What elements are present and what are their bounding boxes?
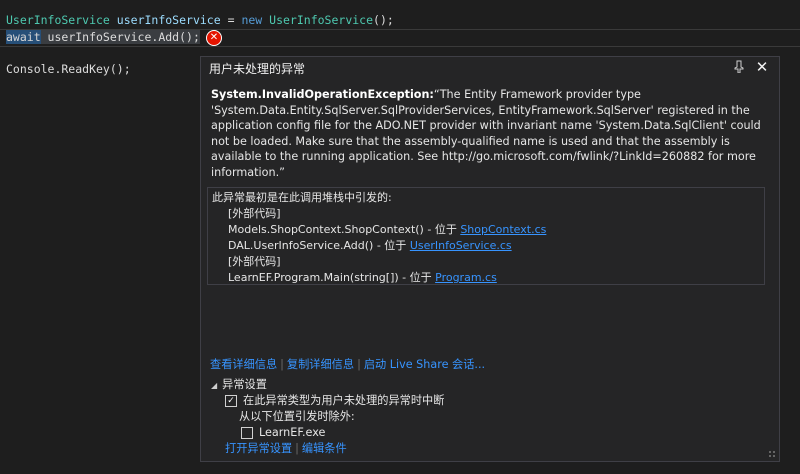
close-icon[interactable]: ✕ — [755, 59, 769, 75]
copy-details-link[interactable]: 复制详细信息 — [287, 358, 354, 371]
stack-frame: DAL.UserInfoService.Add() - 位于 UserInfoS… — [228, 238, 512, 254]
except-label: 从以下位置引发时除外: — [239, 410, 355, 423]
stack-frame: Models.ShopContext.ShopContext() - 位于 Sh… — [228, 222, 546, 238]
stack-frame-text: DAL.UserInfoService.Add() - 位于 — [228, 239, 410, 252]
call-stack-header: 此异常最初是在此调用堆栈中引发的: — [212, 191, 392, 204]
code-line-1[interactable]: UserInfoService userInfoService = new Us… — [6, 12, 394, 28]
stack-frame: LearnEF.Program.Main(string[]) - 位于 Prog… — [228, 270, 497, 286]
code-console-readkey: Console.ReadKey(); — [6, 62, 131, 76]
code-identifier: userInfoService — [116, 13, 221, 27]
code-type: UserInfoService — [6, 13, 110, 27]
exception-settings-header[interactable]: ◢ 异常设置 — [211, 377, 267, 394]
live-share-link[interactable]: 启动 Live Share 会话... — [364, 358, 485, 371]
stack-source-link[interactable]: UserInfoService.cs — [410, 239, 512, 252]
stack-frame-text: [外部代码] — [228, 255, 281, 268]
break-option-label: 在此异常类型为用户未处理的异常时中断 — [243, 394, 445, 407]
break-option[interactable]: ✓ 在此异常类型为用户未处理的异常时中断 — [225, 393, 444, 409]
error-icon[interactable]: ✕ — [206, 30, 222, 46]
exception-settings-label: 异常设置 — [222, 378, 267, 391]
code-keyword-new: new — [241, 13, 263, 27]
stack-frame: [外部代码] — [228, 206, 281, 222]
code-operator: = — [220, 13, 242, 27]
open-exception-settings-link[interactable]: 打开异常设置 — [225, 442, 292, 455]
code-punctuation: (); — [373, 13, 394, 27]
call-stack-box: 此异常最初是在此调用堆栈中引发的: [外部代码] Models.ShopCont… — [207, 187, 765, 285]
exception-type: System.InvalidOperationException: — [211, 88, 434, 101]
settings-links: 打开异常设置 | 编辑条件 — [225, 441, 347, 457]
separator: | — [357, 358, 361, 371]
stack-frame: [外部代码] — [228, 254, 281, 270]
stack-frame-text: Models.ShopContext.ShopContext() - 位于 — [228, 223, 461, 236]
exception-message: System.InvalidOperationException:“The En… — [211, 87, 763, 180]
separator: | — [280, 358, 284, 371]
code-constructor: UserInfoService — [269, 13, 374, 27]
exe-checkbox[interactable] — [241, 427, 253, 439]
stack-source-link[interactable]: ShopContext.cs — [460, 223, 546, 236]
resize-grip-icon[interactable] — [768, 450, 776, 458]
view-details-link[interactable]: 查看详细信息 — [210, 358, 277, 371]
popup-title: 用户未处理的异常 — [209, 62, 306, 76]
exception-actions: 查看详细信息 | 复制详细信息 | 启动 Live Share 会话... — [210, 357, 485, 373]
stack-source-link[interactable]: Program.cs — [435, 271, 497, 284]
separator: | — [295, 442, 299, 455]
exception-text: “The Entity Framework provider type 'Sys… — [211, 88, 761, 179]
exe-option[interactable]: LearnEF.exe — [241, 425, 325, 441]
code-statement-selected: userInfoService.Add(); — [40, 30, 200, 44]
exception-helper-popup: 用户未处理的异常 ✕ System.InvalidOperationExcept… — [200, 56, 780, 462]
exe-option-label: LearnEF.exe — [259, 426, 326, 439]
stack-frame-text: [外部代码] — [228, 207, 281, 220]
code-line-3[interactable]: Console.ReadKey(); — [6, 61, 131, 77]
code-line-2[interactable]: await userInfoService.Add(); — [6, 29, 200, 45]
stack-frame-text: LearnEF.Program.Main(string[]) - 位于 — [228, 271, 436, 284]
break-checkbox[interactable]: ✓ — [225, 395, 237, 407]
collapse-triangle-icon: ◢ — [211, 381, 218, 390]
code-keyword-await: await — [6, 30, 41, 44]
pin-icon[interactable] — [733, 60, 745, 76]
edit-conditions-link[interactable]: 编辑条件 — [302, 442, 347, 455]
